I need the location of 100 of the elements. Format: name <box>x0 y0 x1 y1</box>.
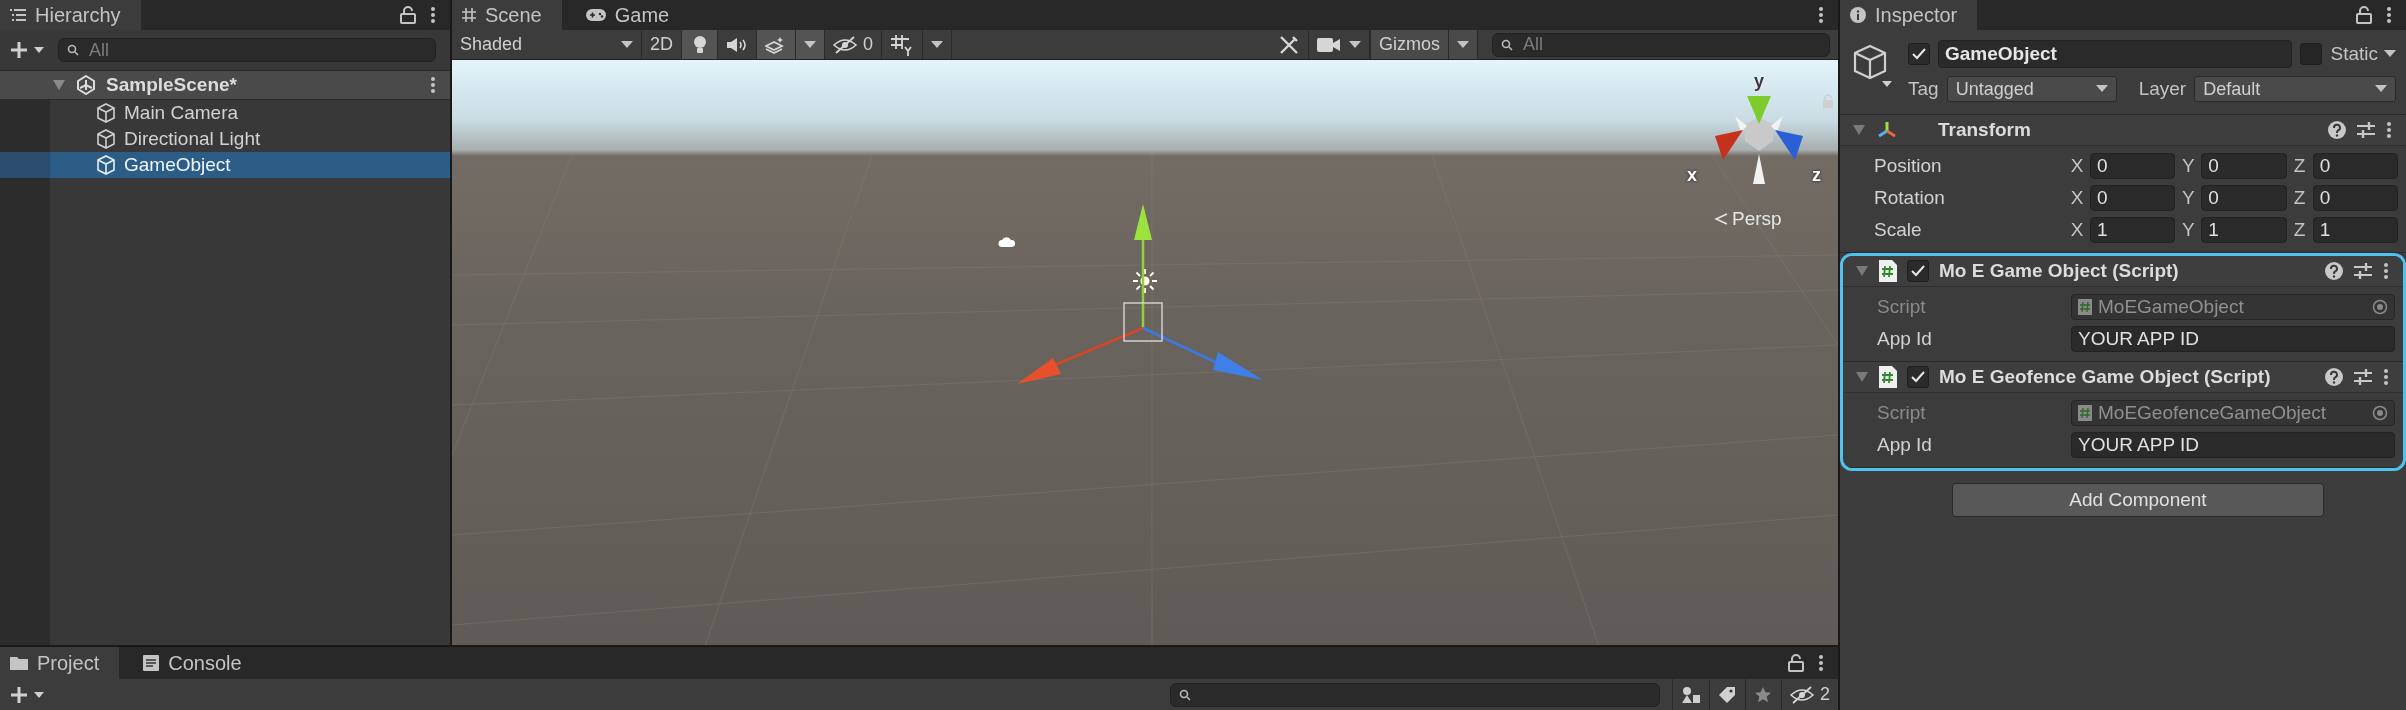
object-picker-icon[interactable] <box>2372 405 2388 421</box>
preset-sliders-icon[interactable] <box>2356 121 2376 139</box>
preset-sliders-icon[interactable] <box>2353 368 2373 386</box>
property-label: App Id <box>1877 328 1933 350</box>
property-label: Position <box>1874 155 1943 177</box>
static-dropdown[interactable]: Static <box>2330 43 2396 65</box>
camera-icon <box>1317 36 1341 53</box>
help-icon[interactable] <box>2325 262 2343 280</box>
more-icon[interactable] <box>430 6 436 24</box>
component-enabled-checkbox[interactable] <box>1907 366 1929 388</box>
active-checkbox[interactable] <box>1908 43 1930 65</box>
scene-viewport[interactable]: y x z Persp <box>452 60 1838 645</box>
object-picker-icon[interactable] <box>2372 299 2388 315</box>
more-icon[interactable] <box>2386 121 2392 139</box>
property-label: App Id <box>1877 434 1933 456</box>
lighting-toggle-button[interactable] <box>682 30 718 59</box>
lock-icon[interactable] <box>1788 654 1804 672</box>
unity-logo-icon <box>76 75 96 95</box>
script-object-field: MoEGeofenceGameObject <box>2071 400 2395 426</box>
text-field[interactable]: YOUR APP ID <box>2071 326 2395 352</box>
axis-label: y <box>1754 71 1764 92</box>
axis-label: Y <box>2181 187 2196 209</box>
object-name-field[interactable]: GameObject <box>1938 40 2293 68</box>
help-icon[interactable] <box>2328 121 2346 139</box>
number-field[interactable]: 0 <box>2201 185 2287 211</box>
scene-name: SampleScene* <box>106 74 237 96</box>
add-component-button[interactable]: Add Component <box>1952 483 2324 517</box>
panel-tab[interactable]: Project <box>0 647 120 679</box>
axis-label: Z <box>2292 219 2307 241</box>
hierarchy-item[interactable]: Main Camera <box>0 100 450 126</box>
number-field[interactable]: 0 <box>2312 153 2398 179</box>
help-icon[interactable] <box>2325 368 2343 386</box>
panel-tab[interactable]: Console <box>133 647 262 679</box>
search-field[interactable]: All <box>1492 32 1830 57</box>
more-icon[interactable] <box>2386 6 2392 24</box>
search-field[interactable]: All <box>58 38 436 62</box>
property-label: Scale <box>1874 219 1923 241</box>
lock-icon[interactable] <box>400 6 416 24</box>
expand-arrow-icon[interactable] <box>1855 265 1869 277</box>
sun-icon <box>1132 268 1158 294</box>
gamepad-icon <box>585 9 606 21</box>
number-field[interactable]: 1 <box>2090 217 2176 243</box>
caret-icon <box>621 40 633 49</box>
component-title: Transform <box>1938 119 2031 141</box>
console-icon <box>143 655 160 671</box>
expand-arrow-icon[interactable] <box>52 79 66 91</box>
axis-label: X <box>2069 219 2085 241</box>
lock-icon[interactable] <box>2356 6 2372 24</box>
more-icon[interactable] <box>2383 262 2389 280</box>
gizmos-dropdown[interactable]: Gizmos <box>1370 30 1478 59</box>
shapes-icon <box>1681 685 1701 704</box>
view-tab[interactable]: Scene <box>452 0 562 30</box>
axis-label: x <box>1687 165 1697 186</box>
cloud-icon <box>998 236 1016 248</box>
component-title: Mo E Game Object (Script) <box>1939 260 2179 282</box>
projection-toggle[interactable]: Persp <box>1714 208 1782 230</box>
number-field[interactable]: 0 <box>2201 153 2287 179</box>
more-icon[interactable] <box>1818 6 1824 24</box>
caret-icon <box>34 47 44 53</box>
axis-label: z <box>1812 165 1821 186</box>
grid-icon <box>890 33 915 56</box>
tag-dropdown[interactable]: Untagged <box>1946 76 2117 102</box>
plus-icon <box>10 685 28 704</box>
more-icon[interactable] <box>2383 368 2389 386</box>
expand-arrow-icon[interactable] <box>1855 371 1869 383</box>
hash-icon <box>462 8 476 22</box>
number-field[interactable]: 0 <box>2090 185 2176 211</box>
script-file-icon <box>1879 260 1897 282</box>
number-field[interactable]: 0 <box>2312 185 2398 211</box>
number-field[interactable]: 0 <box>2090 153 2176 179</box>
scene-row[interactable]: SampleScene* <box>0 70 450 100</box>
more-icon[interactable] <box>1818 654 1824 672</box>
hierarchy-item[interactable]: Directional Light <box>0 126 450 152</box>
speaker-icon <box>726 36 748 53</box>
tag-icon <box>1718 685 1737 704</box>
number-field[interactable]: 1 <box>2312 217 2398 243</box>
text-field[interactable]: YOUR APP ID <box>2071 432 2395 458</box>
preset-sliders-icon[interactable] <box>2353 262 2373 280</box>
hierarchy-tab[interactable]: Hierarchy <box>0 0 141 30</box>
cube-icon <box>96 155 116 175</box>
inspector-tab[interactable]: Inspector <box>1840 0 1978 30</box>
tag-label: Tag <box>1908 78 1939 100</box>
component-header[interactable]: Mo E Game Object (Script) <box>1843 256 2403 287</box>
axis-label: X <box>2069 187 2085 209</box>
layer-dropdown[interactable]: Default <box>2194 76 2396 102</box>
static-checkbox[interactable] <box>2300 43 2323 65</box>
search-field[interactable] <box>1170 682 1660 707</box>
checkmark-icon <box>1912 48 1926 60</box>
plus-icon <box>10 41 28 59</box>
number-field[interactable]: 1 <box>2201 217 2287 243</box>
expand-arrow-icon[interactable] <box>1852 124 1866 136</box>
cube-icon <box>96 129 116 149</box>
property-label: Script <box>1877 402 1927 424</box>
more-icon[interactable] <box>430 76 436 94</box>
effects-dropdown-button[interactable] <box>757 30 825 59</box>
hierarchy-item[interactable]: GameObject <box>0 152 450 178</box>
component-enabled-checkbox[interactable] <box>1907 260 1929 282</box>
caret-icon <box>2375 85 2387 93</box>
view-tab[interactable]: Game <box>575 0 690 30</box>
component-title: Mo E Geofence Game Object (Script) <box>1939 366 2271 388</box>
